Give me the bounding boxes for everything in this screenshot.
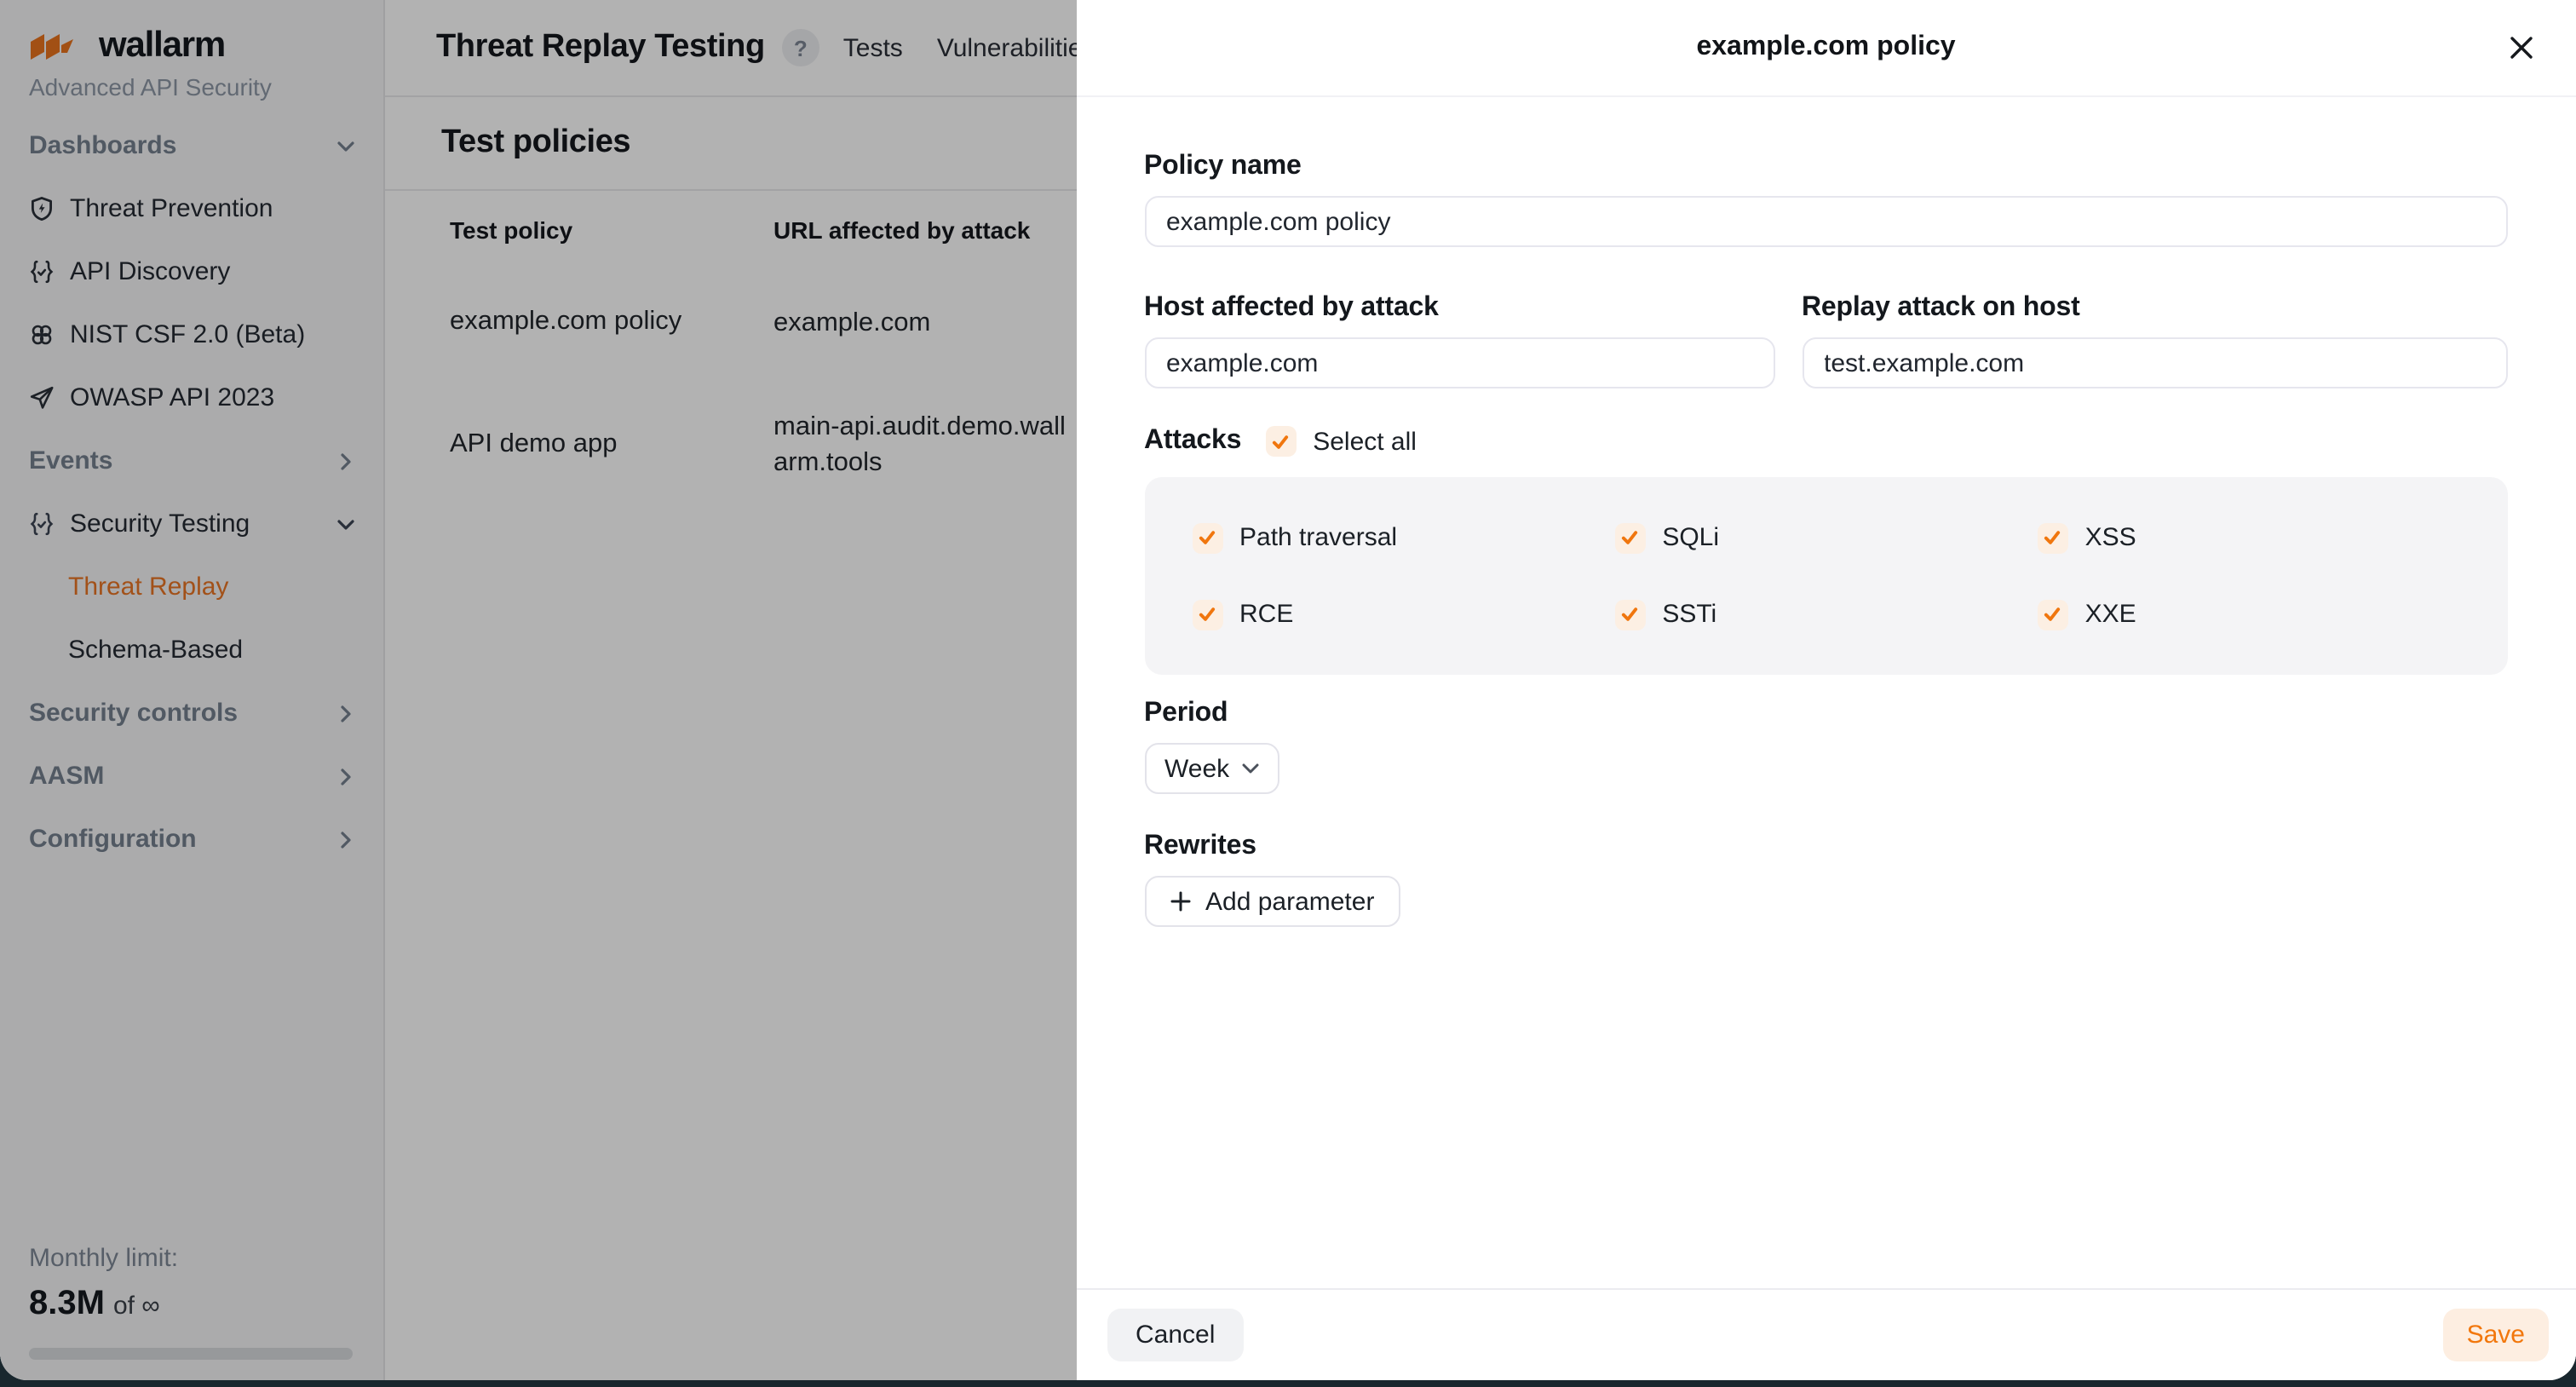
drawer-title: example.com policy	[1696, 32, 1955, 63]
attacks-header-row: Attacks Select all	[1144, 426, 2508, 457]
host-field-group: Host affected by attack	[1144, 293, 1774, 388]
drawer-body: Policy name Host affected by attack Repl…	[1076, 97, 2576, 1288]
screen: wallarm Advanced API Security Dashboards	[0, 0, 2576, 1387]
period-value: Week	[1164, 754, 1229, 783]
checkbox-checked-icon[interactable]	[2038, 599, 2068, 630]
policy-name-label: Policy name	[1144, 152, 2508, 182]
attack-label: Path traversal	[1239, 523, 1397, 552]
attack-checkbox-xxe[interactable]: XXE	[2038, 591, 2460, 637]
attack-checkbox-sqli[interactable]: SQLi	[1614, 515, 2037, 561]
select-all-checkbox[interactable]	[1265, 426, 1296, 457]
attacks-panel: Path traversal SQLi XSS	[1144, 477, 2508, 675]
app-window: wallarm Advanced API Security Dashboards	[0, 0, 2576, 1380]
attack-label: RCE	[1239, 600, 1293, 629]
period-label: Period	[1144, 699, 2508, 729]
checkbox-checked-icon[interactable]	[1192, 522, 1222, 553]
drawer-header: example.com policy	[1076, 0, 2576, 97]
host-input[interactable]	[1144, 337, 1774, 388]
add-parameter-label: Add parameter	[1205, 887, 1374, 916]
close-icon[interactable]	[2504, 31, 2539, 65]
replay-host-input[interactable]	[1802, 337, 2508, 388]
attack-label: XXE	[2085, 600, 2136, 629]
host-label: Host affected by attack	[1144, 293, 1774, 324]
add-parameter-button[interactable]: Add parameter	[1144, 876, 1400, 927]
save-button[interactable]: Save	[2443, 1309, 2549, 1361]
replay-host-field-group: Replay attack on host	[1802, 293, 2508, 388]
attack-checkbox-xss[interactable]: XSS	[2038, 515, 2460, 561]
checkbox-checked-icon[interactable]	[1192, 599, 1222, 630]
attack-label: SQLi	[1662, 523, 1719, 552]
attack-checkbox-path-traversal[interactable]: Path traversal	[1192, 515, 1614, 561]
plus-icon	[1170, 891, 1190, 912]
modal-scrim[interactable]	[0, 0, 1076, 1380]
replay-host-label: Replay attack on host	[1802, 293, 2508, 324]
rewrites-label: Rewrites	[1144, 832, 2508, 862]
policy-edit-drawer: example.com policy Policy name Host affe…	[1076, 0, 2576, 1380]
checkbox-checked-icon[interactable]	[2038, 522, 2068, 553]
attack-checkbox-ssti[interactable]: SSTi	[1614, 591, 2037, 637]
period-select[interactable]: Week	[1144, 743, 1279, 794]
checkbox-checked-icon[interactable]	[1614, 599, 1645, 630]
checkbox-checked-icon[interactable]	[1614, 522, 1645, 553]
select-all-label: Select all	[1313, 427, 1417, 456]
chevron-down-icon	[1241, 763, 1258, 774]
attack-checkbox-rce[interactable]: RCE	[1192, 591, 1614, 637]
attack-label: XSS	[2085, 523, 2136, 552]
policy-name-input[interactable]	[1144, 196, 2508, 247]
drawer-footer: Cancel Save	[1076, 1288, 2576, 1380]
attack-label: SSTi	[1662, 600, 1716, 629]
attacks-label: Attacks	[1144, 426, 1241, 457]
cancel-button[interactable]: Cancel	[1107, 1309, 1244, 1361]
